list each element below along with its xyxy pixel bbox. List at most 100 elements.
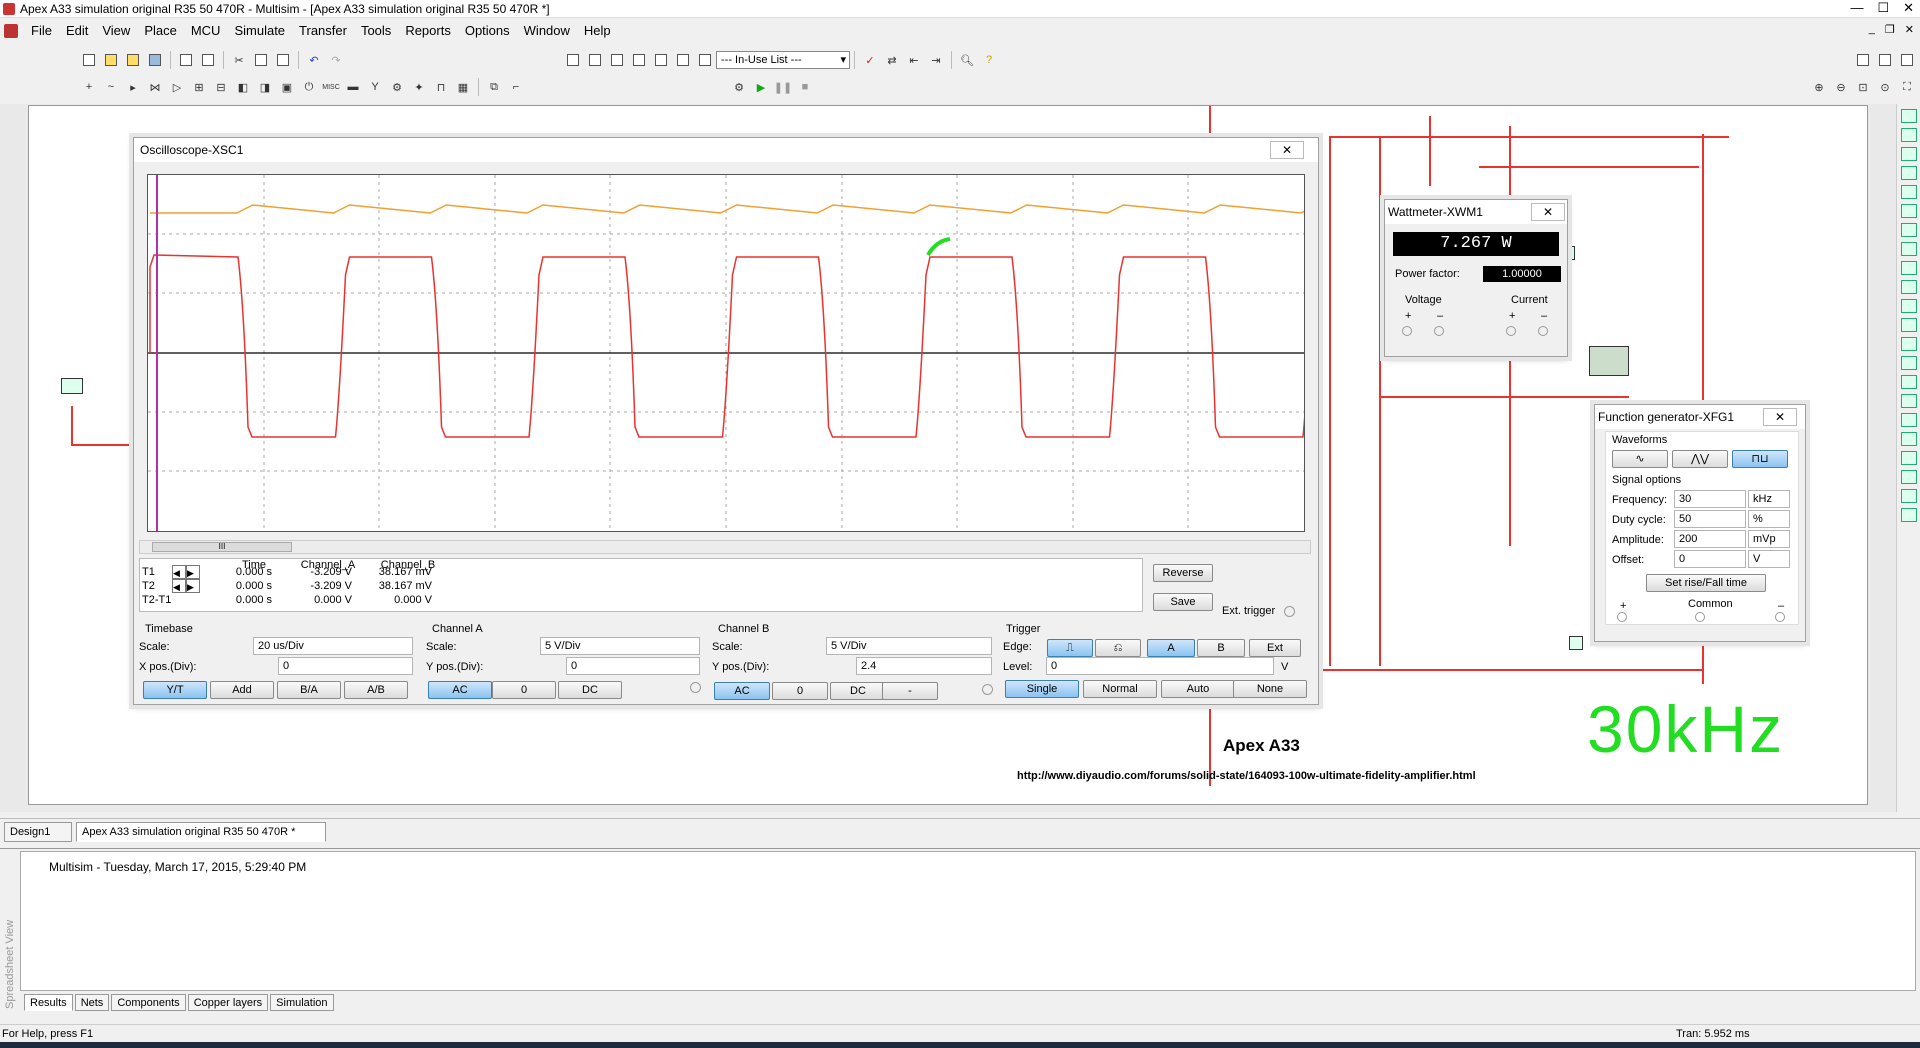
hierarchical-block-icon[interactable]: ⧉ [485, 78, 503, 96]
common-terminal[interactable] [1695, 612, 1705, 622]
view-toggle-2-icon[interactable] [1876, 51, 1894, 69]
tab-apex-a33[interactable]: Apex A33 simulation original R35 50 470R… [76, 822, 326, 842]
sine-wave-button[interactable]: ∿ [1612, 450, 1668, 468]
t1-right-arrow[interactable]: ▶ [186, 565, 200, 579]
channel-a-dc-button[interactable]: DC [558, 681, 622, 699]
place-ttl-icon[interactable]: ⊞ [190, 78, 208, 96]
find-examples-icon[interactable]: 🔍︎ [958, 51, 976, 69]
tab-nets[interactable]: Nets [74, 994, 110, 1011]
spectrum-analyzer-icon[interactable] [1900, 337, 1917, 351]
trigger-single-button[interactable]: Single [1005, 680, 1079, 698]
channel-a-scale-field[interactable]: 5 V/Div [540, 637, 700, 655]
offset-field[interactable]: 0 [1674, 550, 1746, 568]
logic-analyzer-icon[interactable] [1900, 280, 1917, 294]
trigger-normal-button[interactable]: Normal [1083, 680, 1157, 698]
plus-terminal[interactable] [1617, 612, 1627, 622]
measurement-probe-icon[interactable] [1900, 508, 1917, 522]
place-analog-icon[interactable]: ▷ [168, 78, 186, 96]
results-pane[interactable]: Multisim - Tuesday, March 17, 2015, 5:29… [20, 851, 1916, 991]
labview-icon[interactable] [1900, 451, 1917, 465]
open-sample-icon[interactable] [124, 51, 142, 69]
a-over-b-button[interactable]: A/B [344, 681, 408, 699]
trigger-auto-button[interactable]: Auto [1161, 680, 1235, 698]
place-transistor-icon[interactable]: ⋈ [146, 78, 164, 96]
menu-reports[interactable]: Reports [398, 20, 458, 42]
component-wizard-icon[interactable] [696, 51, 714, 69]
place-diode-icon[interactable]: ▸ [124, 78, 142, 96]
menu-help[interactable]: Help [577, 20, 618, 42]
menu-file[interactable]: File [24, 20, 59, 42]
pause-simulation-icon[interactable]: ❚❚ [774, 78, 792, 96]
place-mcu-icon[interactable]: ▦ [454, 78, 472, 96]
simulate-settings-icon[interactable]: ⚙ [730, 78, 748, 96]
bode-plotter-icon[interactable] [1900, 204, 1917, 218]
function-generator-close-button[interactable]: ✕ [1763, 408, 1797, 426]
agilent-multimeter-icon[interactable] [1900, 394, 1917, 408]
duty-cycle-unit[interactable]: % [1748, 510, 1790, 528]
current-probe-icon[interactable] [1900, 489, 1917, 503]
voltage-plus-terminal[interactable] [1402, 326, 1412, 336]
place-cmos-icon[interactable]: ⊟ [212, 78, 230, 96]
zoom-out-icon[interactable]: ⊖ [1832, 78, 1850, 96]
menu-simulate[interactable]: Simulate [227, 20, 292, 42]
multimeter-icon[interactable] [1900, 109, 1917, 123]
rising-edge-button[interactable]: ⎍ [1047, 639, 1093, 657]
distortion-analyzer-icon[interactable] [1900, 318, 1917, 332]
doc-restore-button[interactable]: ❐ [1885, 23, 1895, 36]
agilent-generator-icon[interactable] [1900, 375, 1917, 389]
place-electromechanical-icon[interactable]: ⚙ [388, 78, 406, 96]
wattmeter-close-button[interactable]: ✕ [1531, 203, 1565, 221]
in-use-list-dropdown[interactable]: --- In-Use List --- [716, 51, 850, 69]
scrollbar-thumb[interactable]: III [152, 542, 292, 552]
backannotate-icon[interactable]: ⇤ [905, 51, 923, 69]
paste-icon[interactable] [274, 51, 292, 69]
cut-icon[interactable]: ✂ [230, 51, 248, 69]
redo-icon[interactable]: ↷ [327, 51, 345, 69]
amplitude-field[interactable]: 200 [1674, 530, 1746, 548]
channel-b-terminal[interactable] [982, 684, 993, 695]
place-misc-icon[interactable]: MISC [322, 78, 340, 96]
menu-mcu[interactable]: MCU [184, 20, 228, 42]
menu-options[interactable]: Options [458, 20, 517, 42]
channel-a-ac-button[interactable]: AC [428, 681, 492, 699]
t1-left-arrow[interactable]: ◀ [172, 565, 186, 579]
iv-analyzer-icon[interactable] [1900, 299, 1917, 313]
new-file-icon[interactable] [80, 51, 98, 69]
postprocessor-icon[interactable] [652, 51, 670, 69]
menu-window[interactable]: Window [517, 20, 577, 42]
triangle-wave-button[interactable]: ⋀⋁ [1672, 450, 1728, 468]
place-mixed-icon[interactable]: ◨ [256, 78, 274, 96]
oscilloscope-icon[interactable] [1900, 166, 1917, 180]
network-analyzer-icon[interactable] [1900, 356, 1917, 370]
current-plus-terminal[interactable] [1506, 326, 1516, 336]
place-source-icon[interactable]: + [80, 78, 98, 96]
channel-a-zero-button[interactable]: 0 [492, 681, 556, 699]
wattmeter-icon[interactable] [1900, 147, 1917, 161]
duty-cycle-field[interactable]: 50 [1674, 510, 1746, 528]
minimize-button[interactable]: — [1850, 1, 1863, 15]
amplitude-unit[interactable]: mVp [1748, 530, 1790, 548]
menu-tools[interactable]: Tools [354, 20, 398, 42]
zoom-fit-icon[interactable]: ⊙ [1876, 78, 1894, 96]
place-connector-icon[interactable]: ⊓ [432, 78, 450, 96]
ni-elvis-icon[interactable] [1900, 470, 1917, 484]
trigger-level-field[interactable]: 0 [1046, 657, 1274, 675]
timebase-scale-field[interactable]: 20 us/Div [253, 637, 413, 655]
x-pos-field[interactable]: 0 [278, 657, 413, 675]
copy-icon[interactable] [252, 51, 270, 69]
place-power-icon[interactable]: ⏻ [300, 78, 318, 96]
grapher-icon[interactable] [630, 51, 648, 69]
menu-transfer[interactable]: Transfer [292, 20, 354, 42]
open-folder-icon[interactable] [102, 51, 120, 69]
oscilloscope-screen[interactable] [147, 174, 1512, 532]
place-misc-digital-icon[interactable]: ◧ [234, 78, 252, 96]
erc-icon[interactable]: ✓ [861, 51, 879, 69]
falling-edge-button[interactable]: ⎌ [1095, 639, 1141, 657]
close-button[interactable]: ✕ [1903, 1, 1914, 15]
logic-converter-icon[interactable] [1900, 261, 1917, 275]
menu-view[interactable]: View [95, 20, 137, 42]
tab-copper-layers[interactable]: Copper layers [187, 994, 269, 1011]
square-wave-button[interactable]: ⊓⊔ [1732, 450, 1788, 468]
voltage-minus-terminal[interactable] [1434, 326, 1444, 336]
yt-button[interactable]: Y/T [143, 681, 207, 699]
